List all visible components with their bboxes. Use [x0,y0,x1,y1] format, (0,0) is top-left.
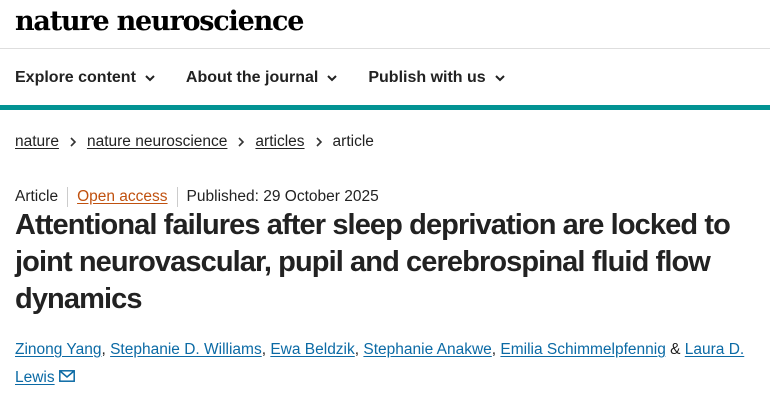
nav-publish-with-us[interactable]: Publish with us [368,69,505,87]
article-type: Article [15,188,59,205]
chevron-right-icon [315,137,322,147]
breadcrumb-articles[interactable]: articles [255,133,304,151]
author-link[interactable]: Ewa Beldzik [270,341,354,358]
article-title: Attentional failures after sleep depriva… [15,209,731,315]
nav-about-journal[interactable]: About the journal [186,69,338,87]
author-link[interactable]: Emilia Schimmelpfennig [500,341,665,358]
published-date: Published: 29 October 2025 [186,188,379,205]
mail-icon[interactable] [58,370,75,382]
breadcrumb: nature nature neuroscience articles arti… [15,131,374,153]
open-access-link[interactable]: Open access [77,188,167,206]
breadcrumb-nature[interactable]: nature [15,133,59,151]
journal-logo[interactable]: nature neuroscience [15,2,304,42]
chevron-down-icon [494,75,505,82]
nav-publish-with-us-label: Publish with us [368,69,486,86]
meta-divider [67,187,69,207]
breadcrumb-nature-neuroscience[interactable]: nature neuroscience [87,133,227,151]
header-divider [0,48,770,49]
chevron-down-icon [327,75,338,82]
chevron-down-icon [145,75,155,82]
author-link[interactable]: Zinong Yang [15,341,101,358]
chevron-right-icon [238,137,245,147]
nav-explore-content[interactable]: Explore content [15,69,156,87]
main-nav: Explore content About the journal Publis… [15,64,506,92]
meta-divider [176,187,178,207]
nav-explore-content-label: Explore content [15,69,136,86]
author-link[interactable]: Stephanie D. Williams [110,341,262,358]
chevron-right-icon [70,137,77,147]
author-separator: , [101,341,111,358]
breadcrumb-current: article [332,133,374,150]
author-list: Zinong Yang, Stephanie D. Williams, Ewa … [15,336,760,392]
article-meta: Article Open access Published: 29 Octobe… [15,187,379,207]
author-link[interactable]: Stephanie Anakwe [363,341,491,358]
accent-bar [0,105,770,110]
nav-about-journal-label: About the journal [185,69,319,86]
author-last-separator: & [665,341,685,358]
